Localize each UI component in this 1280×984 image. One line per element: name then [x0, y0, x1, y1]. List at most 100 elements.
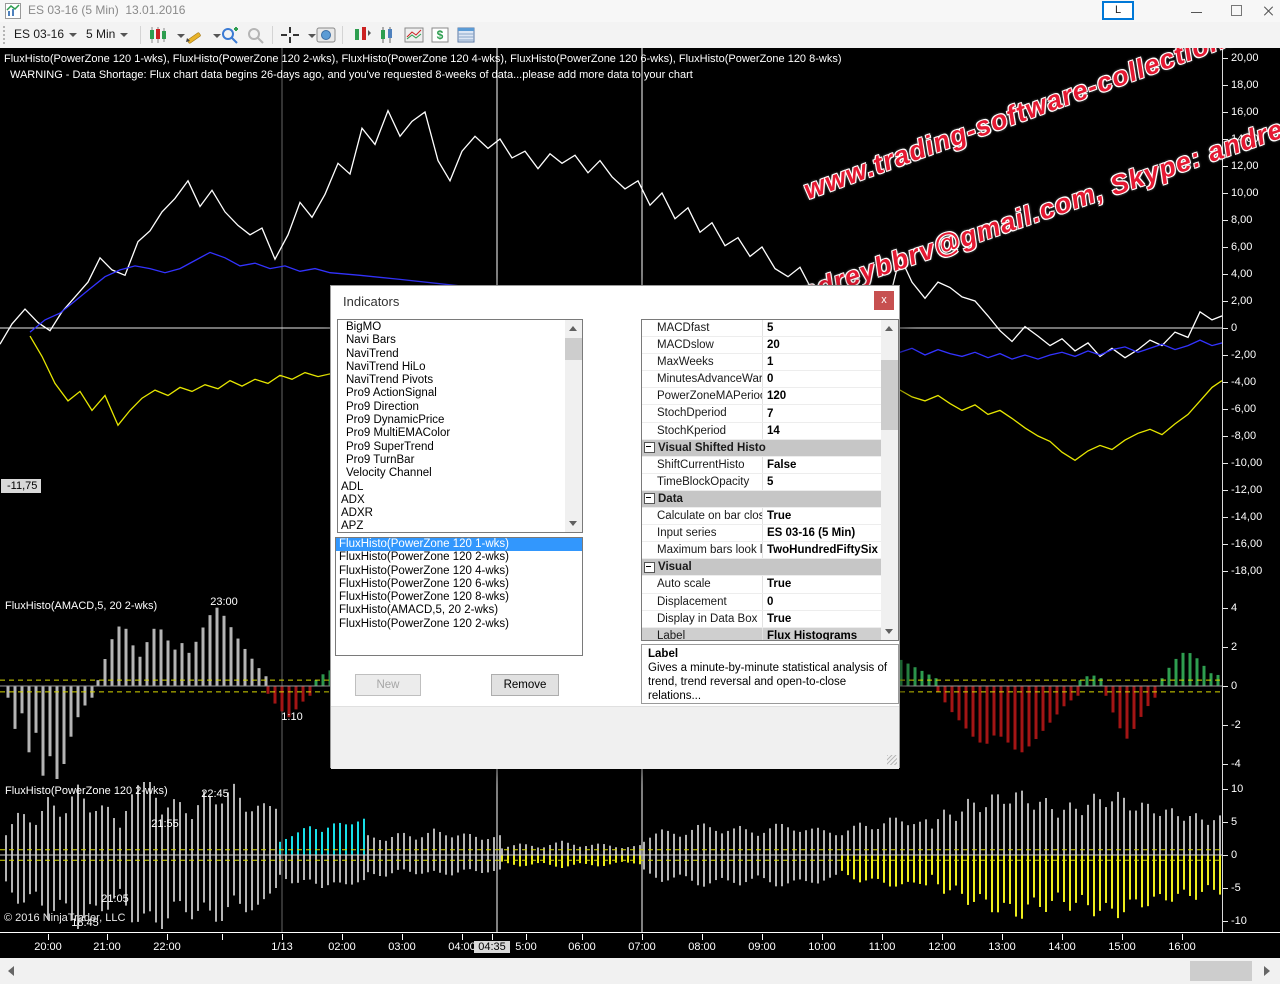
price-axis[interactable]: 20,0018,0016,0014,0012,0010,008,006,004,…: [1222, 48, 1280, 932]
link-button[interactable]: L: [1102, 1, 1134, 20]
zoom-in-icon[interactable]: [220, 26, 240, 44]
indicator-list-item[interactable]: NaviTrend Pivots: [338, 374, 565, 387]
property-value[interactable]: 1: [763, 354, 881, 370]
property-value[interactable]: False: [763, 457, 881, 473]
property-row[interactable]: Auto scaleTrue: [642, 576, 881, 593]
scroll-up-icon[interactable]: [569, 326, 577, 331]
selected-indicator-item[interactable]: FluxHisto(PowerZone 120 2-wks): [336, 618, 582, 631]
time-axis[interactable]: 20:0021:0022:001/1302:0003:0004:0004:355…: [0, 932, 1280, 958]
snapshot-icon[interactable]: [316, 26, 336, 44]
scrollbar-thumb[interactable]: [1190, 961, 1252, 981]
indicator-list-item[interactable]: NaviTrend: [338, 348, 565, 361]
selected-indicator-item[interactable]: FluxHisto(PowerZone 120 6-wks): [336, 578, 582, 591]
indicator-list-item[interactable]: Pro9 TurnBar: [338, 454, 565, 467]
close-window-button[interactable]: [1252, 0, 1280, 21]
scroll-down-icon[interactable]: [885, 629, 893, 634]
property-row[interactable]: StochDperiod7: [642, 405, 881, 422]
property-value[interactable]: 7: [763, 406, 881, 422]
property-row[interactable]: MACDslow20: [642, 337, 881, 354]
chart-icon[interactable]: [378, 26, 398, 44]
selected-indicator-item[interactable]: FluxHisto(PowerZone 120 8-wks): [336, 591, 582, 604]
property-value[interactable]: Flux Histograms: [763, 628, 881, 641]
indicator-list-item[interactable]: ADX: [338, 494, 565, 507]
property-row[interactable]: MACDfast5: [642, 320, 881, 337]
indicator-list-item[interactable]: Pro9 SuperTrend: [338, 441, 565, 454]
property-value[interactable]: 120: [763, 388, 881, 404]
property-row[interactable]: LabelFlux Histograms: [642, 628, 881, 641]
indicator-list-item[interactable]: Pro9 ActionSignal: [338, 387, 565, 400]
scroll-up-icon[interactable]: [885, 326, 893, 331]
data-grid-icon[interactable]: [456, 26, 476, 44]
property-section-header[interactable]: Data: [642, 491, 881, 508]
property-value[interactable]: True: [763, 576, 881, 592]
property-row[interactable]: ShiftCurrentHistoFalse: [642, 457, 881, 474]
property-row[interactable]: PowerZoneMAPerioc120: [642, 388, 881, 405]
chart-style-icon[interactable]: [148, 26, 168, 44]
new-button[interactable]: New: [355, 674, 421, 696]
horizontal-scrollbar[interactable]: [0, 958, 1280, 984]
scroll-left-icon[interactable]: [8, 966, 14, 976]
property-value[interactable]: 0: [763, 594, 881, 610]
property-value[interactable]: ES 03-16 (5 Min): [763, 525, 881, 541]
minimize-button[interactable]: [1180, 0, 1212, 21]
zoom-out-icon[interactable]: [246, 26, 266, 44]
indicator-list-item[interactable]: Pro9 DynamicPrice: [338, 414, 565, 427]
selected-indicator-item[interactable]: FluxHisto(PowerZone 120 1-wks): [336, 538, 582, 551]
indicator-list-item[interactable]: NaviTrend HiLo: [338, 361, 565, 374]
collapse-icon[interactable]: [644, 493, 655, 504]
selected-indicators-list[interactable]: FluxHisto(PowerZone 120 1-wks)FluxHisto(…: [335, 537, 583, 656]
property-value[interactable]: 0: [763, 371, 881, 387]
selected-indicator-item[interactable]: FluxHisto(PowerZone 120 2-wks): [336, 551, 582, 564]
pencil-icon[interactable]: [184, 26, 204, 44]
grid-scrollbar[interactable]: [881, 320, 898, 640]
indicator-list-item[interactable]: ADXR: [338, 507, 565, 520]
property-value[interactable]: TwoHundredFiftySix: [763, 542, 881, 558]
indicator-list-item[interactable]: Pro9 MultiEMAColor: [338, 427, 565, 440]
property-row[interactable]: TimeBlockOpacity5: [642, 474, 881, 491]
property-value[interactable]: 14: [763, 423, 881, 439]
property-value[interactable]: True: [763, 508, 881, 524]
collapse-icon[interactable]: [644, 562, 655, 573]
available-indicators-list[interactable]: BigMONavi BarsNaviTrendNaviTrend HiLoNav…: [337, 319, 583, 533]
property-section-header[interactable]: Visual: [642, 559, 881, 576]
property-row[interactable]: MaxWeeks1: [642, 354, 881, 371]
property-row[interactable]: Display in Data BoxTrue: [642, 611, 881, 628]
indicator-list-item[interactable]: ADL: [338, 481, 565, 494]
scroll-right-icon[interactable]: [1264, 966, 1270, 976]
property-value[interactable]: True: [763, 611, 881, 627]
property-row[interactable]: MinutesAdvanceWar0: [642, 371, 881, 388]
selected-indicator-item[interactable]: FluxHisto(PowerZone 120 4-wks): [336, 565, 582, 578]
collapse-icon[interactable]: [644, 442, 655, 453]
resize-grip[interactable]: [887, 755, 897, 765]
property-row[interactable]: Maximum bars look lTwoHundredFiftySix: [642, 542, 881, 559]
property-section-header[interactable]: Visual Shifted Histo: [642, 440, 881, 457]
dialog-close-button[interactable]: x: [874, 291, 894, 310]
property-row[interactable]: Displacement0: [642, 594, 881, 611]
chart-region-icon[interactable]: [404, 26, 424, 44]
crosshair-icon[interactable]: [280, 26, 300, 44]
property-value[interactable]: 20: [763, 337, 881, 353]
selected-indicator-item[interactable]: FluxHisto(AMACD,5, 20 2-wks): [336, 604, 582, 617]
scrollbar-thumb[interactable]: [565, 338, 582, 360]
property-grid[interactable]: MACDfast5MACDslow20MaxWeeks1MinutesAdvan…: [641, 319, 899, 641]
property-value[interactable]: 5: [763, 474, 881, 490]
indicator-list-item[interactable]: Pro9 Direction: [338, 401, 565, 414]
restore-button[interactable]: [1220, 0, 1252, 21]
interval-selector[interactable]: 5 Min: [86, 27, 128, 41]
indicator-list-item[interactable]: BigMO: [338, 321, 565, 334]
list-scrollbar[interactable]: [565, 320, 582, 532]
indicator-list-item[interactable]: Navi Bars: [338, 334, 565, 347]
property-row[interactable]: StochKperiod14: [642, 423, 881, 440]
chevron-down-icon[interactable]: [308, 34, 316, 38]
scrollbar-thumb[interactable]: [881, 360, 898, 430]
toolbar-grip[interactable]: [3, 26, 8, 44]
account-dollar-icon[interactable]: $: [430, 26, 450, 44]
remove-button[interactable]: Remove: [491, 674, 559, 696]
property-value[interactable]: 5: [763, 320, 881, 336]
instrument-selector[interactable]: ES 03-16: [14, 27, 77, 41]
property-row[interactable]: Calculate on bar closTrue: [642, 508, 881, 525]
indicator-list-item[interactable]: Velocity Channel: [338, 467, 565, 480]
dialog-title-bar[interactable]: Indicators x: [331, 286, 899, 316]
property-row[interactable]: Input seriesES 03-16 (5 Min): [642, 525, 881, 542]
market-analyzer-icon[interactable]: [352, 26, 372, 44]
